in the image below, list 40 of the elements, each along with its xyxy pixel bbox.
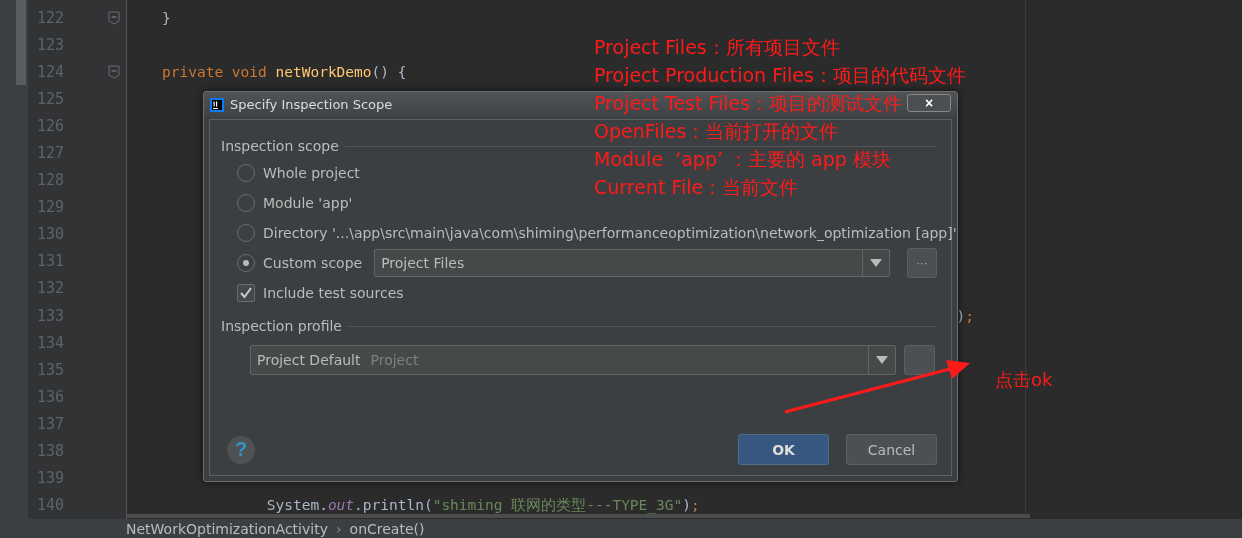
code-line: System.out.println("shiming 联网的类型---TYPE_3G");	[265, 495, 700, 515]
radio-button[interactable]	[237, 194, 255, 212]
section-title: Inspection scope	[221, 138, 339, 154]
annotation-text: OpenFiles：当前打开的文件	[594, 119, 839, 144]
caret-icon	[869, 259, 882, 267]
fold-marker-icon[interactable]	[108, 64, 120, 79]
breadcrumb-item[interactable]: NetWorkOptimizationActivity	[126, 521, 328, 537]
radio-button[interactable]	[237, 164, 255, 182]
section-title: Inspection profile	[221, 318, 342, 334]
radio-label[interactable]: Whole project	[263, 165, 360, 181]
annotation-text: Project Files：所有项目文件	[594, 35, 840, 60]
close-button[interactable]: ×	[907, 94, 951, 112]
profile-dropdown[interactable]: Project Default Project	[250, 345, 896, 375]
profile-settings-button[interactable]	[904, 345, 935, 375]
dialog-button[interactable]: OK	[738, 434, 829, 465]
window-title: Specify Inspection Scope	[230, 97, 393, 112]
radio-button[interactable]	[237, 224, 255, 242]
code-line: }	[162, 9, 171, 26]
code-line: );	[955, 307, 974, 324]
dialog-button[interactable]: Cancel	[846, 434, 937, 465]
scope-dropdown[interactable]: Project Files	[374, 249, 890, 277]
callout-text: 点击ok	[995, 368, 1053, 392]
code-line: private void netWorkDemo() {	[162, 63, 407, 80]
annotation-text: Current File：当前文件	[594, 175, 799, 200]
annotation-text: Project Production Files：项目的代码文件	[594, 63, 966, 88]
fold-marker-icon[interactable]	[108, 10, 120, 25]
scrollbar-thumb[interactable]	[16, 0, 26, 85]
checkbox[interactable]	[237, 284, 255, 302]
app-logo-icon	[210, 97, 224, 112]
annotation-text: Module ‘app’ ：主要的 app 模块	[594, 147, 891, 172]
radio-button[interactable]	[237, 254, 255, 272]
radio-label[interactable]: Custom scope	[263, 255, 363, 271]
breadcrumb-item[interactable]: onCreate()	[349, 521, 425, 537]
annotation-text: Project Test Files：项目的测试文件	[594, 91, 903, 116]
radio-label[interactable]: Directory '...\app\src\main\java\com\shiming\performanceoptimization\network_optimization [app]'	[263, 225, 957, 241]
radio-label[interactable]: Module 'app'	[263, 195, 353, 211]
more-button[interactable]: ···	[906, 248, 937, 278]
caret-icon	[876, 356, 888, 364]
breadcrumb-separator: ›	[335, 521, 342, 537]
checkbox-label[interactable]: Include test sources	[263, 285, 404, 301]
